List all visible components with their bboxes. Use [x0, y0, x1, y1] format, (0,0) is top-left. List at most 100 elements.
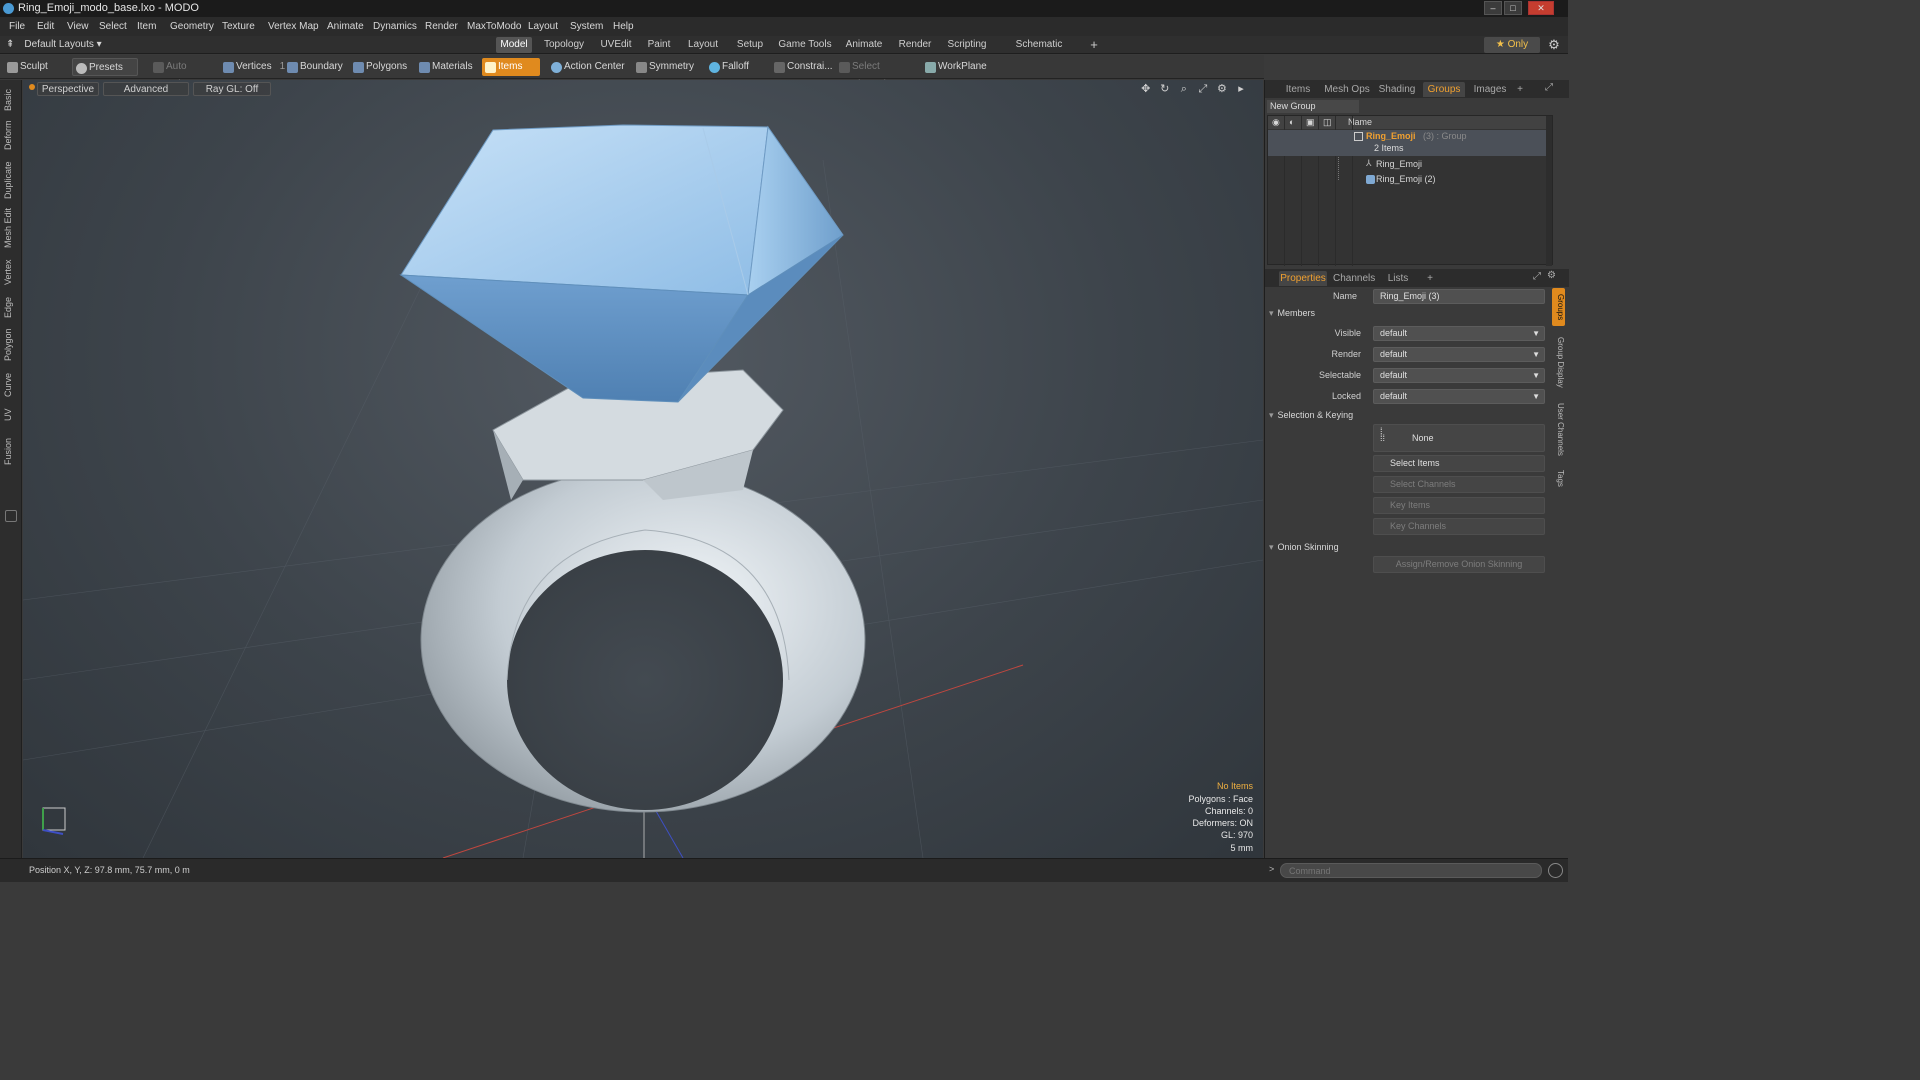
side-tab-group-display[interactable]: Group Display — [1552, 332, 1565, 392]
tab-groups[interactable]: Groups — [1423, 82, 1465, 97]
select-channels-button[interactable]: Select Channels — [1373, 476, 1545, 493]
vertices-mode-button[interactable]: Vertices 1 — [220, 58, 285, 76]
add-panel-tab-button[interactable]: + — [1513, 82, 1527, 97]
tab-setup[interactable]: Setup — [733, 37, 767, 53]
tab-uvedit[interactable]: UVEdit — [597, 37, 635, 53]
3d-viewport[interactable]: Perspective Advanced Ray GL: Off ✥ ↻ ⌕ ⤢… — [23, 80, 1263, 858]
close-button[interactable]: ✕ — [1528, 1, 1554, 15]
select-items-button[interactable]: Select Items — [1373, 455, 1545, 472]
items-mode-button[interactable]: Items — [482, 58, 540, 76]
key-items-button[interactable]: Key Items — [1373, 497, 1545, 514]
assign-onion-skinning-button[interactable]: Assign/Remove Onion Skinning — [1373, 556, 1545, 573]
presets-button[interactable]: Presets — [72, 58, 138, 76]
command-history-button[interactable] — [1548, 863, 1563, 878]
menu-select[interactable]: Select — [99, 17, 127, 36]
side-tab-user-channels[interactable]: User Channels — [1552, 398, 1565, 460]
view-mode-dropdown[interactable]: Perspective — [37, 82, 99, 96]
render-dropdown[interactable]: default ▼ — [1373, 347, 1545, 362]
tab-scripting[interactable]: Scripting — [944, 37, 990, 53]
menu-vertex-map[interactable]: Vertex Map — [268, 17, 319, 36]
tab-deform[interactable]: Deform — [3, 118, 18, 152]
default-layouts-dropdown[interactable]: ⇞ Default Layouts ▾ — [6, 36, 102, 54]
collapse-icon[interactable] — [5, 510, 17, 522]
menu-dynamics[interactable]: Dynamics — [373, 17, 417, 36]
onion-skinning-section[interactable]: ▾ Onion Skinning — [1269, 542, 1547, 553]
menu-maxtomodo[interactable]: MaxToModo — [467, 17, 521, 36]
tab-duplicate[interactable]: Duplicate — [3, 158, 18, 202]
menu-file[interactable]: File — [9, 17, 25, 36]
tab-game-tools[interactable]: Game Tools — [777, 37, 833, 53]
menu-item[interactable]: Item — [137, 17, 156, 36]
action-center-button[interactable]: Action Center — [548, 58, 626, 76]
pan-icon[interactable]: ✥ — [1138, 82, 1154, 95]
menu-layout[interactable]: Layout — [528, 17, 558, 36]
tab-vertex[interactable]: Vertex — [3, 256, 18, 288]
only-toggle-button[interactable]: ★ Only — [1484, 37, 1540, 53]
boundary-mode-button[interactable]: Boundary — [284, 58, 348, 76]
tab-layout[interactable]: Layout — [683, 37, 723, 53]
ring-mesh[interactable] — [420, 369, 866, 813]
menu-edit[interactable]: Edit — [37, 17, 54, 36]
visible-dropdown[interactable]: default ▼ — [1373, 326, 1545, 341]
selection-keying-section[interactable]: ▾ Selection & Keying — [1269, 410, 1547, 421]
workplane-button[interactable]: WorkPlane — [922, 58, 987, 76]
auto-select-button[interactable]: Auto Select — [150, 58, 216, 90]
name-field[interactable]: Ring_Emoji (3) — [1373, 289, 1545, 304]
locked-dropdown[interactable]: default ▼ — [1373, 389, 1545, 404]
falloff-button[interactable]: Falloff — [706, 58, 764, 76]
tab-mesh-edit[interactable]: Mesh Edit — [3, 206, 18, 250]
maximize-button[interactable]: □ — [1504, 1, 1522, 15]
properties-gear-icon[interactable]: ⚙ — [1547, 270, 1556, 281]
tab-curve[interactable]: Curve — [3, 370, 18, 400]
menu-geometry[interactable]: Geometry — [170, 17, 214, 36]
group-row[interactable]: Ring_Emoji (3) : Group 2 Items — [1268, 130, 1552, 156]
gear-icon[interactable]: ⚙ — [1546, 37, 1562, 53]
tab-uv[interactable]: UV — [3, 406, 18, 424]
tab-images[interactable]: Images — [1471, 82, 1509, 97]
select-through-button[interactable]: Select Through — [836, 58, 916, 90]
viewport-menu-icon[interactable] — [29, 84, 35, 90]
side-tab-groups[interactable]: Groups — [1552, 288, 1565, 326]
tab-channels[interactable]: Channels — [1333, 271, 1375, 286]
menu-animate[interactable]: Animate — [327, 17, 364, 36]
menu-texture[interactable]: Texture — [222, 17, 255, 36]
maximize-viewport-icon[interactable]: ⤢ — [1195, 83, 1211, 96]
list-item[interactable]: Ring_Emoji (2) — [1268, 173, 1552, 187]
scene-canvas[interactable] — [23, 80, 1263, 858]
tab-basic[interactable]: Basic — [3, 86, 18, 114]
viewport-settings-icon[interactable]: ⚙ — [1214, 82, 1230, 95]
tab-schematic-fusion[interactable]: Schematic Fusion — [1000, 37, 1078, 66]
tab-render[interactable]: Render — [896, 37, 934, 53]
panel-expand-icon[interactable]: ⤢ — [1545, 82, 1553, 93]
list-item[interactable]: ⅄ Ring_Emoji — [1268, 158, 1552, 172]
tab-animate[interactable]: Animate — [843, 37, 885, 53]
tab-topology[interactable]: Topology — [540, 37, 588, 53]
rotate-icon[interactable]: ↻ — [1157, 82, 1173, 95]
raygl-toggle[interactable]: Ray GL: Off — [193, 82, 271, 96]
tab-paint[interactable]: Paint — [644, 37, 674, 53]
symmetry-button[interactable]: Symmetry — [633, 58, 697, 76]
polygons-mode-button[interactable]: Polygons — [350, 58, 410, 76]
minimize-button[interactable]: – — [1484, 1, 1502, 15]
constraints-button[interactable]: Constrai... — [771, 58, 833, 76]
add-layout-tab-button[interactable]: + — [1086, 37, 1102, 53]
add-properties-tab-button[interactable]: + — [1423, 271, 1437, 286]
sculpt-button[interactable]: Sculpt — [4, 58, 70, 76]
tab-properties[interactable]: Properties — [1279, 271, 1327, 286]
viewport-more-icon[interactable]: ▸ — [1233, 82, 1249, 95]
command-input[interactable] — [1280, 863, 1542, 878]
new-group-button[interactable]: New Group — [1267, 100, 1359, 113]
tab-fusion[interactable]: Fusion — [3, 434, 18, 468]
menu-help[interactable]: Help — [613, 17, 634, 36]
tab-edge[interactable]: Edge — [3, 294, 18, 320]
list-scrollbar[interactable] — [1546, 116, 1552, 266]
key-channels-button[interactable]: Key Channels — [1373, 518, 1545, 535]
shading-mode-dropdown[interactable]: Advanced — [103, 82, 189, 96]
menu-system[interactable]: System — [570, 17, 603, 36]
tab-mesh-ops[interactable]: Mesh Ops — [1323, 82, 1371, 97]
menu-render[interactable]: Render — [425, 17, 458, 36]
zoom-icon[interactable]: ⌕ — [1176, 83, 1192, 96]
tab-polygon[interactable]: Polygon — [3, 326, 18, 364]
side-tab-tags[interactable]: Tags — [1552, 466, 1565, 490]
selectable-dropdown[interactable]: default ▼ — [1373, 368, 1545, 383]
